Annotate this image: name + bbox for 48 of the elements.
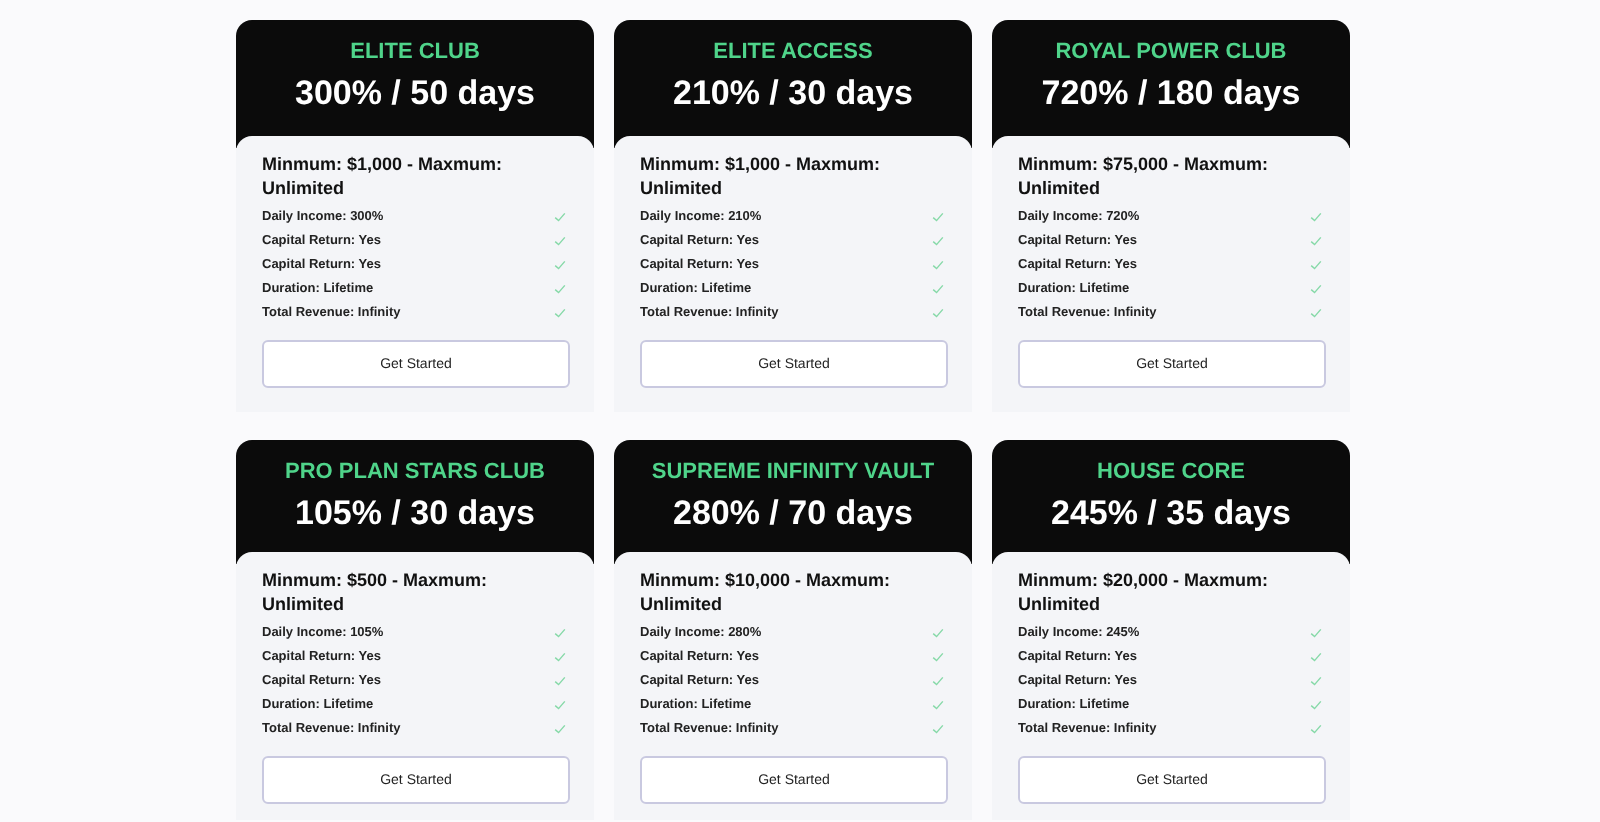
check-icon: [932, 259, 944, 269]
check-icon: [932, 627, 944, 637]
plan-limits: Minmum: $1,000 - Maxmum: Unlimited: [640, 152, 883, 200]
check-icon: [1310, 283, 1322, 293]
check-icon: [932, 699, 944, 709]
check-icon: [932, 283, 944, 293]
check-icon: [1310, 699, 1322, 709]
check-icon: [932, 211, 944, 221]
check-icon: [554, 235, 566, 245]
plan-name: ELITE ACCESS: [713, 40, 873, 64]
plan-rate: 245% / 35 days: [1050, 494, 1292, 534]
plan-limits: Minmum: $75,000 - Maxmum: Unlimited: [1018, 152, 1271, 200]
check-icon: [1310, 627, 1322, 637]
check-icon: [1310, 235, 1322, 245]
plan-limits: Minmum: $10,000 - Maxmum: Unlimited: [640, 568, 893, 616]
check-icon: [1310, 307, 1322, 317]
check-icon: [1310, 651, 1322, 661]
check-icon: [932, 723, 944, 733]
plan-limits: Minmum: $20,000 - Maxmum: Unlimited: [1018, 568, 1271, 616]
check-icon: [932, 235, 944, 245]
plan-limits: Minmum: $500 - Maxmum: Unlimited: [262, 568, 490, 616]
check-icon: [554, 211, 566, 221]
plan-name: PRO PLAN STARS CLUB: [285, 460, 545, 484]
plan-name: ELITE CLUB: [350, 40, 480, 64]
check-icon: [554, 307, 566, 317]
check-icon: [554, 627, 566, 637]
check-icon: [554, 651, 566, 661]
check-icon: [1310, 675, 1322, 685]
check-icon: [932, 307, 944, 317]
check-icon: [1310, 259, 1322, 269]
check-icon: [1310, 211, 1322, 221]
plan-limits: Minmum: $1,000 - Maxmum: Unlimited: [262, 152, 505, 200]
check-icon: [932, 651, 944, 661]
check-icon: [554, 259, 566, 269]
check-icon: [932, 675, 944, 685]
plan-rate: 280% / 70 days: [672, 494, 914, 534]
plan-name: HOUSE CORE: [1097, 460, 1245, 484]
plan-rate: 210% / 30 days: [672, 74, 914, 114]
check-icon: [554, 699, 566, 709]
plan-rate: 300% / 50 days: [294, 74, 536, 114]
plan-name: ROYAL POWER CLUB: [1055, 40, 1287, 64]
check-icon: [1310, 723, 1322, 733]
plan-name: SUPREME INFINITY VAULT: [651, 460, 935, 484]
plan-rate: 105% / 30 days: [294, 494, 536, 534]
check-icon: [554, 283, 566, 293]
check-icon: [554, 675, 566, 685]
check-icon: [554, 723, 566, 733]
plan-rate: 720% / 180 days: [1041, 74, 1301, 114]
